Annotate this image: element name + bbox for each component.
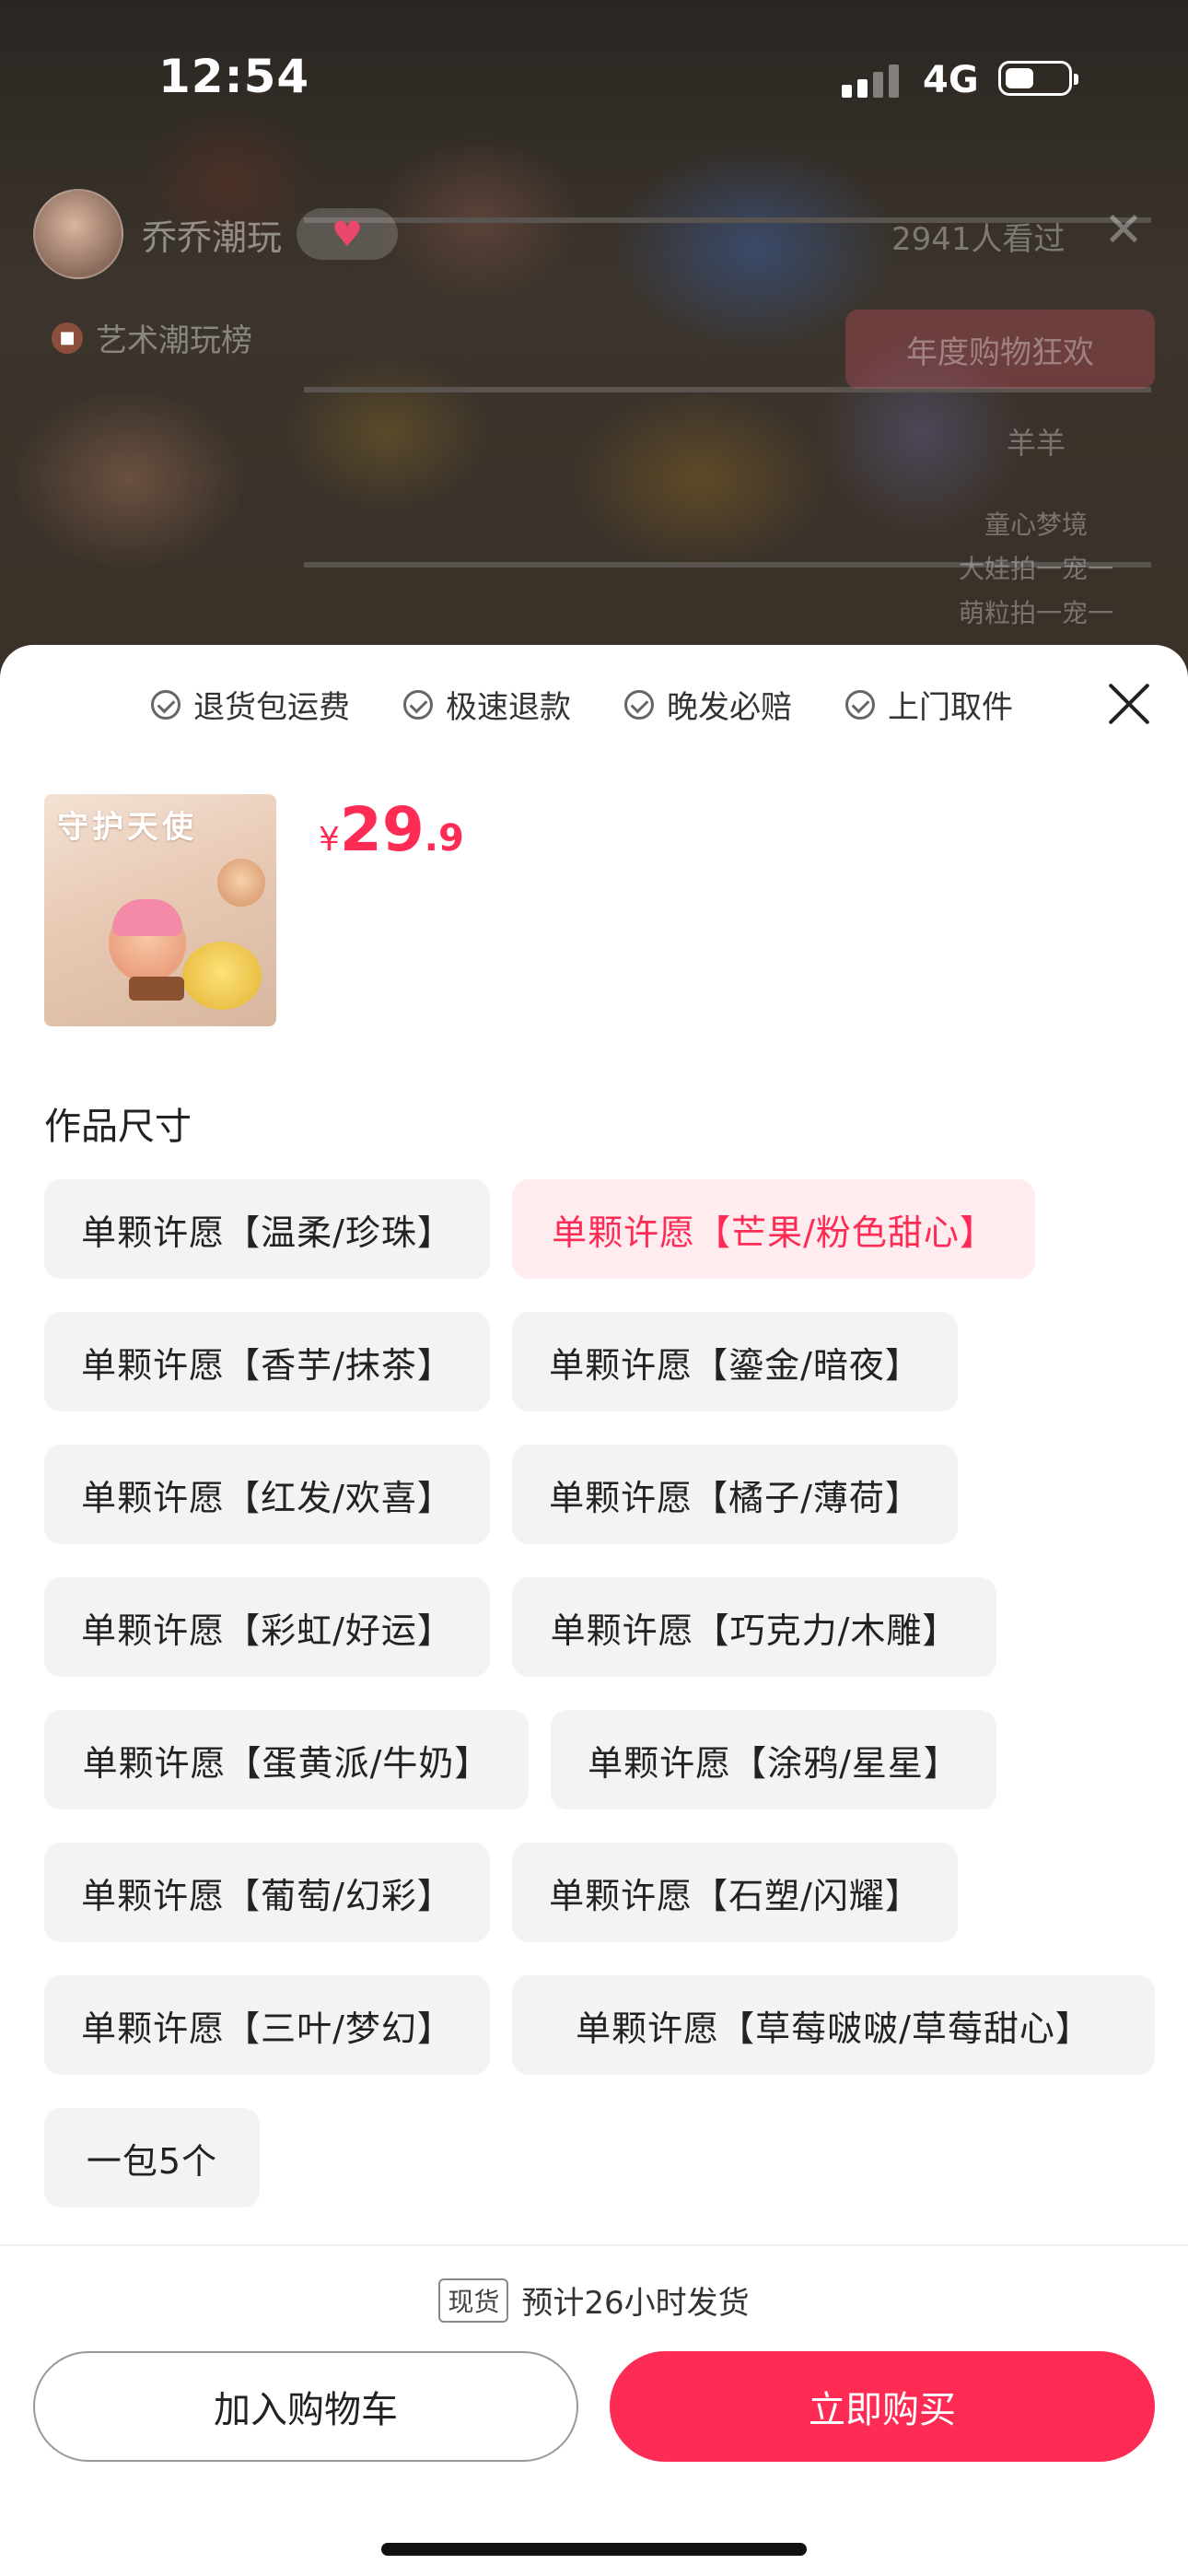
signal-icon <box>842 63 906 98</box>
guarantee-item: 极速退款 <box>403 682 571 727</box>
guarantee-label: 上门取件 <box>888 689 1013 726</box>
promo-label: 年度购物狂欢 <box>906 334 1094 371</box>
side-list: 羊羊 童心梦境 大娃拍一宠一 萌粒拍一宠一 <box>921 420 1151 636</box>
avatar[interactable] <box>33 189 123 279</box>
guarantee-label: 极速退款 <box>446 689 571 726</box>
side-item: 萌粒拍一宠一 <box>958 598 1113 628</box>
viewer-count: 2941人看过 <box>891 221 1066 258</box>
option-chip[interactable]: 单颗许愿【石塑/闪耀】 <box>512 1843 958 1942</box>
shipping-info: 现货 预计26小时发货 <box>0 2277 1188 2323</box>
figure-base <box>129 977 184 1001</box>
buy-now-button[interactable]: 立即购买 <box>610 2351 1155 2462</box>
guarantee-label: 退货包运费 <box>193 689 350 726</box>
option-chip[interactable]: 单颗许愿【葡萄/幻彩】 <box>44 1843 490 1942</box>
price: ¥29.9 <box>319 794 464 865</box>
option-chip[interactable]: 单颗许愿【橘子/薄荷】 <box>512 1445 958 1544</box>
option-chip[interactable]: 单颗许愿【彩虹/好运】 <box>44 1577 490 1677</box>
figure-shape <box>182 942 262 1010</box>
option-chip[interactable]: 一包5个 <box>44 2108 260 2207</box>
network-type: 4G <box>923 59 979 101</box>
side-header: 羊羊 <box>1006 426 1066 461</box>
guarantee-item: 晚发必赔 <box>624 682 792 727</box>
price-integer: 29 <box>339 794 425 865</box>
check-circle-icon <box>151 689 181 720</box>
product-image-title: 守护天使 <box>57 809 197 846</box>
product-image[interactable]: 守护天使 <box>44 794 276 1026</box>
check-circle-icon <box>845 689 875 720</box>
option-chip[interactable]: 单颗许愿【三叶/梦幻】 <box>44 1975 490 2075</box>
guarantee-list: 退货包运费 极速退款 晚发必赔 上门取件 <box>151 682 1066 727</box>
battery-icon <box>998 61 1078 96</box>
guarantee-label: 晚发必赔 <box>667 689 792 726</box>
close-icon[interactable]: ✕ <box>1101 206 1146 254</box>
divider <box>0 2244 1188 2246</box>
option-chip[interactable]: 单颗许愿【巧克力/木雕】 <box>512 1577 996 1677</box>
rank-label: 艺术潮玩榜 <box>96 322 252 359</box>
option-chip[interactable]: 单颗许愿【温柔/珍珠】 <box>44 1179 490 1279</box>
option-chip[interactable]: 单颗许愿【蛋黄派/牛奶】 <box>44 1710 529 1809</box>
promo-banner[interactable]: 年度购物狂欢 <box>845 310 1155 389</box>
shipping-text: 预计26小时发货 <box>521 2285 750 2322</box>
add-to-cart-button[interactable]: 加入购物车 <box>33 2351 578 2462</box>
option-chip[interactable]: 单颗许愿【红发/欢喜】 <box>44 1445 490 1544</box>
rank-icon: ■ <box>52 322 83 354</box>
status-bar: 12:54 4G <box>0 0 1188 138</box>
option-chip[interactable]: 单颗许愿【芒果/粉色甜心】 <box>512 1179 1035 1279</box>
host-info[interactable]: 乔乔潮玩 ♥ <box>33 189 399 279</box>
stock-badge: 现货 <box>438 2277 509 2323</box>
figure-shape <box>109 899 186 982</box>
heart-icon: ♥ <box>331 214 364 254</box>
side-item: 童心梦境 <box>984 509 1088 540</box>
check-circle-icon <box>624 689 654 720</box>
follow-button[interactable]: ♥ <box>297 208 399 260</box>
home-indicator[interactable] <box>381 2543 807 2556</box>
option-chip[interactable]: 单颗许愿【鎏金/暗夜】 <box>512 1312 958 1411</box>
side-item: 大娃拍一宠一 <box>958 554 1113 584</box>
price-decimal: .9 <box>424 817 464 860</box>
figure-shape <box>217 859 265 907</box>
check-circle-icon <box>403 689 433 720</box>
host-name: 乔乔潮玩 <box>142 217 283 258</box>
section-title: 作品尺寸 <box>44 1106 192 1148</box>
option-chip[interactable]: 单颗许愿【草莓啵啵/草莓甜心】 <box>512 1975 1155 2075</box>
sku-bottom-sheet: 退货包运费 极速退款 晚发必赔 上门取件 守护天使 ¥29.9 作品尺寸 单颗许… <box>0 645 1188 2576</box>
rank-tag[interactable]: ■ 艺术潮玩榜 <box>52 315 252 360</box>
option-chip[interactable]: 单颗许愿【涂鸦/星星】 <box>551 1710 996 1809</box>
clock: 12:54 <box>158 50 310 103</box>
guarantee-item: 退货包运费 <box>151 682 350 727</box>
guarantee-item: 上门取件 <box>845 682 1013 727</box>
price-currency: ¥ <box>319 821 340 859</box>
option-chip[interactable]: 单颗许愿【香芋/抹茶】 <box>44 1312 490 1411</box>
close-sheet-icon[interactable] <box>1103 678 1155 730</box>
